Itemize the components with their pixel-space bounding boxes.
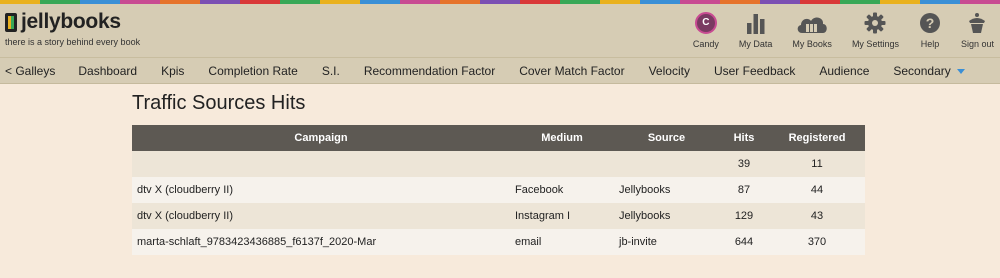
cell-hits: 644 <box>719 229 769 255</box>
nav-help[interactable]: ? Help <box>919 12 941 49</box>
table-row: 39 11 <box>132 151 865 177</box>
table-header-row: Campaign Medium Source Hits Registered <box>132 125 865 151</box>
col-hits[interactable]: Hits <box>719 125 769 151</box>
cell-registered: 11 <box>769 151 865 177</box>
main-menu: < Galleys Dashboard Kpis Completion Rate… <box>0 58 1000 84</box>
cell-hits: 129 <box>719 203 769 229</box>
svg-text:?: ? <box>926 15 935 31</box>
nav-candy-label: Candy <box>692 39 719 49</box>
cell-registered: 44 <box>769 177 865 203</box>
page-title: Traffic Sources Hits <box>132 92 306 114</box>
menu-completion-rate[interactable]: Completion Rate <box>203 64 297 78</box>
top-header: jellybooks there is a story behind every… <box>0 4 1000 58</box>
jellybooks-logo[interactable]: jellybooks <box>5 10 121 34</box>
avatar: C <box>694 12 717 34</box>
cell-registered: 43 <box>769 203 865 229</box>
nav-my-data[interactable]: My Data <box>738 12 773 49</box>
nav-sign-out-label: Sign out <box>960 39 994 49</box>
menu-velocity[interactable]: Velocity <box>644 64 690 78</box>
nav-help-label: Help <box>920 39 940 49</box>
menu-user-feedback[interactable]: User Feedback <box>709 64 795 78</box>
nav-my-books-label: My Books <box>792 39 832 49</box>
traffic-sources-table: Campaign Medium Source Hits Registered 3… <box>132 125 865 255</box>
bar-chart-icon <box>746 14 765 34</box>
cell-medium <box>510 151 614 177</box>
table-row: dtv X (cloudberry II) Instagram I Jellyb… <box>132 203 865 229</box>
gear-icon <box>864 12 886 34</box>
chevron-down-icon <box>956 68 965 74</box>
cell-campaign <box>132 151 510 177</box>
menu-galleys[interactable]: < Galleys <box>0 64 55 78</box>
menu-kpis[interactable]: Kpis <box>156 64 184 78</box>
cell-medium: email <box>510 229 614 255</box>
logo-icon <box>5 13 17 32</box>
menu-secondary[interactable]: Secondary <box>888 63 965 78</box>
table-row: dtv X (cloudberry II) Facebook Jellybook… <box>132 177 865 203</box>
menu-cover-match-factor[interactable]: Cover Match Factor <box>514 64 624 78</box>
col-medium[interactable]: Medium <box>510 125 614 151</box>
table-row: marta-schlaft_9783423436885_f6137f_2020-… <box>132 229 865 255</box>
col-source[interactable]: Source <box>614 125 719 151</box>
cell-campaign: dtv X (cloudberry II) <box>132 203 510 229</box>
col-registered[interactable]: Registered <box>769 125 865 151</box>
cloud-books-icon <box>797 17 827 33</box>
col-campaign[interactable]: Campaign <box>132 125 510 151</box>
cell-hits: 39 <box>719 151 769 177</box>
nav-my-books[interactable]: My Books <box>792 12 832 49</box>
menu-dashboard[interactable]: Dashboard <box>73 64 137 78</box>
brand-tagline: there is a story behind every book <box>5 37 141 47</box>
menu-secondary-label: Secondary <box>893 63 951 78</box>
menu-si[interactable]: S.I. <box>317 64 340 78</box>
menu-recommendation-factor[interactable]: Recommendation Factor <box>359 64 495 78</box>
nav-candy[interactable]: C Candy <box>693 12 719 49</box>
nav-sign-out[interactable]: Sign out <box>961 12 994 49</box>
cell-campaign: marta-schlaft_9783423436885_f6137f_2020-… <box>132 229 510 255</box>
cell-source: jb-invite <box>614 229 719 255</box>
nav-my-settings-label: My Settings <box>851 39 899 49</box>
help-icon: ? <box>919 13 940 33</box>
user-nav: C Candy My Data My Books My Settings ? H… <box>673 12 994 49</box>
cell-hits: 87 <box>719 177 769 203</box>
cell-source <box>614 151 719 177</box>
nav-my-data-label: My Data <box>738 39 773 49</box>
cell-source: Jellybooks <box>614 177 719 203</box>
sign-out-icon <box>969 13 986 33</box>
brand-name: jellybooks <box>21 10 121 33</box>
nav-my-settings[interactable]: My Settings <box>852 12 899 49</box>
cell-medium: Facebook <box>510 177 614 203</box>
cell-registered: 370 <box>769 229 865 255</box>
cell-medium: Instagram I <box>510 203 614 229</box>
menu-audience[interactable]: Audience <box>814 64 869 78</box>
cell-source: Jellybooks <box>614 203 719 229</box>
cell-campaign: dtv X (cloudberry II) <box>132 177 510 203</box>
